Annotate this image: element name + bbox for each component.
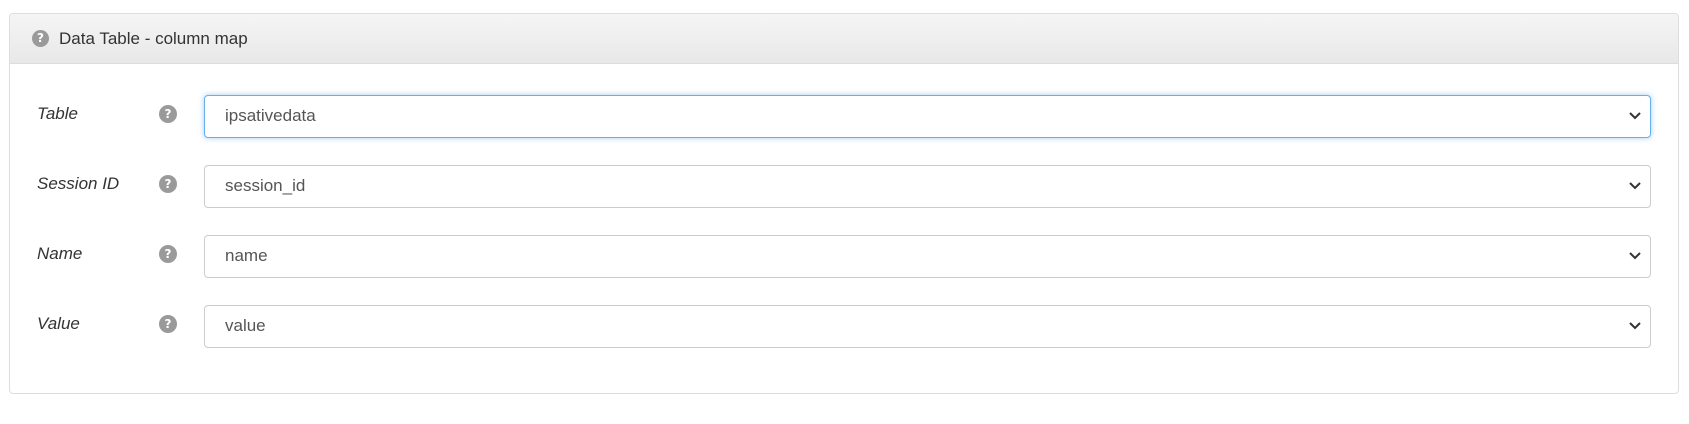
form-row-name: Name ? name <box>37 234 1678 278</box>
panel-body: Table ? ipsativedata Session ID ? sessio… <box>10 64 1678 348</box>
table-select[interactable]: ipsativedata <box>204 94 1651 138</box>
value-select[interactable]: value <box>204 304 1651 348</box>
chevron-down-icon <box>1629 112 1641 120</box>
form-row-session-id: Session ID ? session_id <box>37 164 1678 208</box>
chevron-down-icon <box>1629 252 1641 260</box>
question-circle-icon[interactable]: ? <box>159 105 177 123</box>
session-id-select[interactable]: session_id <box>204 164 1651 208</box>
table-select-value[interactable]: ipsativedata <box>204 94 1651 138</box>
question-circle-icon[interactable]: ? <box>32 30 49 47</box>
session-id-select-value[interactable]: session_id <box>204 164 1651 208</box>
chevron-down-icon <box>1629 322 1641 330</box>
column-map-panel: ? Data Table - column map Table ? ipsati… <box>9 13 1679 394</box>
question-circle-icon[interactable]: ? <box>159 245 177 263</box>
name-label: Name <box>37 244 83 263</box>
chevron-down-icon <box>1629 182 1641 190</box>
name-select-value[interactable]: name <box>204 234 1651 278</box>
panel-heading: ? Data Table - column map <box>10 14 1678 64</box>
panel-title: Data Table - column map <box>59 28 248 48</box>
form-row-value: Value ? value <box>37 304 1678 348</box>
value-select-value[interactable]: value <box>204 304 1651 348</box>
form-row-table: Table ? ipsativedata <box>37 94 1678 138</box>
question-circle-icon[interactable]: ? <box>159 175 177 193</box>
table-label: Table <box>37 104 78 123</box>
session-id-label: Session ID <box>37 174 120 193</box>
name-select[interactable]: name <box>204 234 1651 278</box>
value-label: Value <box>37 314 80 333</box>
question-circle-icon[interactable]: ? <box>159 315 177 333</box>
